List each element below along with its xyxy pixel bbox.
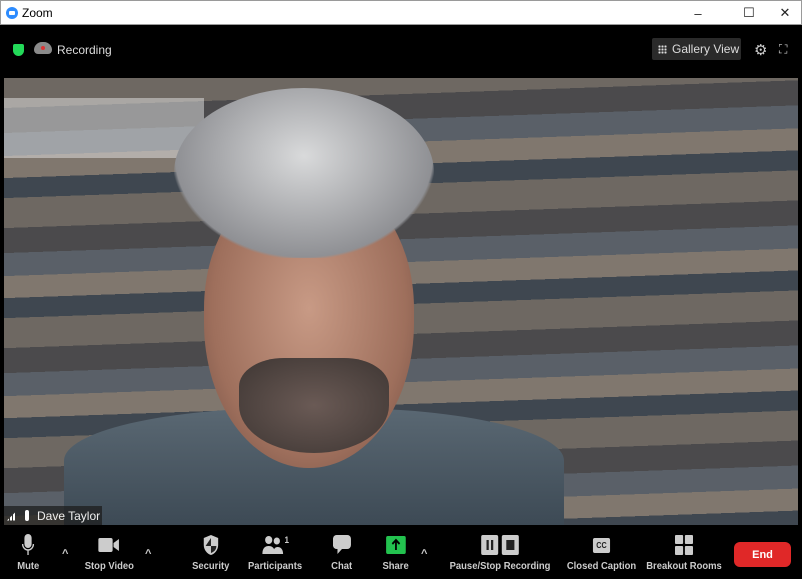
participants-icon: 1 xyxy=(261,534,289,556)
closed-caption-button[interactable]: CC Closed Caption xyxy=(567,534,636,572)
microphone-icon xyxy=(22,534,35,556)
share-arrow-icon xyxy=(385,534,406,556)
recording-label: Recording xyxy=(57,43,112,57)
video-camera-icon xyxy=(98,534,121,556)
pause-stop-recording-button[interactable]: Pause/Stop Recording xyxy=(449,534,551,572)
grid-icon xyxy=(658,44,667,54)
close-button[interactable]: ✕ xyxy=(768,1,802,25)
gallery-view-label: Gallery View xyxy=(672,42,740,56)
pause-stop-recording-label: Pause/Stop Recording xyxy=(449,560,551,572)
security-label: Security xyxy=(192,560,230,572)
maximize-button[interactable]: ☐ xyxy=(732,1,766,25)
closed-caption-icon: CC xyxy=(592,537,611,553)
breakout-rooms-button[interactable]: Breakout Rooms xyxy=(646,534,722,572)
participant-name: Dave Taylor xyxy=(37,508,101,523)
mute-label: Mute xyxy=(17,560,40,572)
security-button[interactable]: Security xyxy=(192,534,229,572)
gallery-view-button[interactable]: Gallery View xyxy=(652,38,741,60)
share-label: Share xyxy=(382,560,409,572)
microphone-icon xyxy=(25,510,29,521)
cloud-recording-icon xyxy=(34,42,52,54)
participant-video xyxy=(4,78,798,525)
closed-caption-label: Closed Caption xyxy=(566,560,637,572)
stop-video-label: Stop Video xyxy=(84,560,134,572)
chat-button[interactable]: Chat xyxy=(331,534,352,572)
window-title: Zoom xyxy=(22,5,53,20)
chat-bubble-icon xyxy=(332,534,351,556)
pause-stop-icon xyxy=(481,534,519,556)
share-options-caret[interactable]: ^ xyxy=(421,548,427,560)
breakout-rooms-icon xyxy=(675,534,694,556)
zoom-logo-icon xyxy=(6,6,18,19)
video-options-caret[interactable]: ^ xyxy=(145,548,151,560)
encryption-shield-icon[interactable] xyxy=(13,44,24,56)
end-meeting-button[interactable]: End xyxy=(734,542,791,567)
security-shield-icon xyxy=(203,534,219,556)
participants-count: 1 xyxy=(284,535,290,545)
chat-label: Chat xyxy=(331,560,353,572)
breakout-rooms-label: Breakout Rooms xyxy=(646,560,722,572)
participants-label: Participants xyxy=(248,560,303,572)
stop-video-button[interactable]: Stop Video xyxy=(85,534,134,572)
title-bar: Zoom – ☐ ✕ xyxy=(0,0,802,25)
share-screen-button[interactable]: Share xyxy=(382,534,409,572)
audio-options-caret[interactable]: ^ xyxy=(62,548,68,560)
minimize-button[interactable]: – xyxy=(681,1,715,25)
mute-button[interactable]: Mute xyxy=(17,534,39,572)
participants-button[interactable]: 1 Participants xyxy=(248,534,302,572)
gear-icon[interactable]: ⚙ xyxy=(754,41,767,59)
fullscreen-icon[interactable]: ⛶ xyxy=(779,42,787,57)
participant-name-tag: Dave Taylor xyxy=(4,506,102,525)
signal-strength-icon xyxy=(7,510,17,521)
